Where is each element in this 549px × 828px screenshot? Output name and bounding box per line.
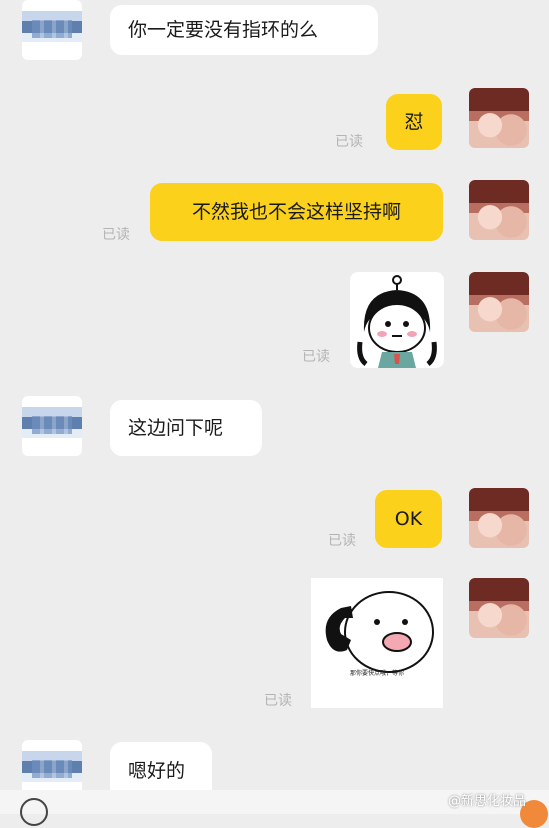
message-bubble-outgoing[interactable]: 怼 — [386, 94, 442, 150]
read-receipt: 已读 — [335, 134, 363, 150]
my-avatar[interactable] — [469, 488, 529, 548]
watermark: @新思化妆品 — [448, 794, 527, 809]
message-bubble-outgoing[interactable]: OK — [375, 490, 442, 548]
read-receipt: 已读 — [102, 227, 130, 243]
read-receipt: 已读 — [302, 349, 330, 365]
message-bubble-incoming[interactable]: 这边问下呢 — [110, 400, 262, 456]
crying-girl-icon — [357, 275, 437, 368]
message-text: 你一定要没有指环的么 — [128, 19, 319, 41]
sticker-caption: 那你要快点哦，等你 — [349, 670, 404, 677]
my-avatar[interactable] — [469, 272, 529, 332]
voice-toggle-icon[interactable] — [20, 798, 48, 826]
message-bubble-outgoing[interactable]: 不然我也不会这样坚持啊 — [150, 183, 443, 241]
message-bubble-incoming[interactable]: 你一定要没有指环的么 — [110, 5, 378, 55]
read-receipt: 已读 — [264, 693, 292, 709]
message-text: 嗯好的 — [128, 760, 186, 782]
phone-call-sticker[interactable]: 那你要快点哦，等你 — [311, 578, 443, 708]
my-avatar[interactable] — [469, 578, 529, 638]
crying-girl-sticker[interactable] — [350, 272, 444, 368]
contact-avatar[interactable] — [22, 396, 82, 456]
message-text: 不然我也不会这样坚持啊 — [191, 201, 401, 223]
my-avatar[interactable] — [469, 180, 529, 240]
read-receipt: 已读 — [328, 533, 356, 549]
message-text: OK — [394, 508, 423, 530]
contact-avatar[interactable] — [22, 0, 82, 60]
my-avatar[interactable] — [469, 88, 529, 148]
message-text: 怼 — [404, 111, 424, 133]
message-text: 这边问下呢 — [128, 417, 224, 439]
